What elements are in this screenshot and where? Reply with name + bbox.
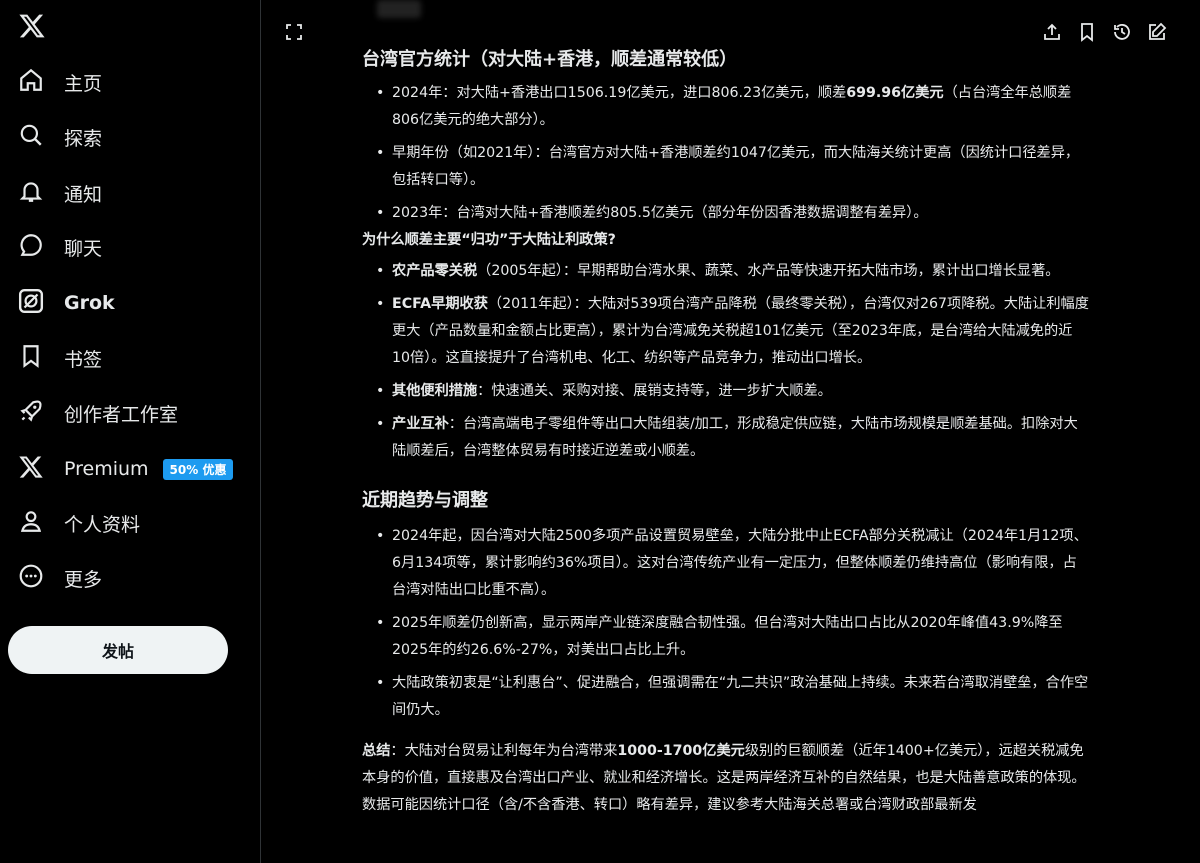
sidebar-item-grok[interactable]: Grok: [8, 281, 248, 325]
list-item: ECFA早期收获（2011年起）：大陆对539项台湾产品降税（最终零关税），台湾…: [362, 291, 1090, 372]
discount-badge: 50% 优惠: [162, 458, 234, 480]
sidebar-item-label: 通知: [64, 183, 103, 206]
rocket-icon: [18, 398, 44, 428]
history-icon[interactable]: [1112, 22, 1132, 42]
trend-list: 2024年起，因台湾对大陆2500多项产品设置贸易壁垒，大陆分批中止ECFA部分…: [362, 523, 1090, 724]
sidebar-item-label: 更多: [64, 568, 103, 591]
bookmark-icon: [18, 343, 44, 373]
sidebar-item-home[interactable]: 主页: [8, 60, 248, 104]
grok-conversation: 台湾官方统计（对大陆+香港，顺差通常较低） 2024年：对大陆+香港出口1506…: [262, 0, 1200, 863]
sidebar-item-label: Premium: [64, 458, 149, 480]
chat-icon: [18, 232, 44, 262]
bell-icon: [18, 178, 44, 208]
list-item: 2024年：对大陆+香港出口1506.19亿美元，进口806.23亿美元，顺差6…: [362, 80, 1090, 134]
sidebar: 主页 探索 通知 聊天 Grok 书签 创作者工作室 Premium 50% 优…: [0, 0, 261, 863]
sidebar-item-label: Grok: [64, 292, 115, 314]
section-title: 台湾官方统计（对大陆+香港，顺差通常较低）: [362, 49, 738, 70]
grok-response: 台湾官方统计（对大陆+香港，顺差通常较低） 2024年：对大陆+香港出口1506…: [362, 46, 1090, 819]
x-logo-icon[interactable]: [18, 12, 46, 40]
list-item: 2025年顺差仍创新高，显示两岸产业链深度融合韧性强。但台湾对大陆出口占比从20…: [362, 610, 1090, 664]
sidebar-item-bookmarks[interactable]: 书签: [8, 336, 248, 380]
list-item: 其他便利措施：快速通关、采购对接、展销支持等，进一步扩大顺差。: [362, 378, 1090, 405]
blurred-text-fragment: [377, 0, 421, 18]
list-item: 产业互补：台湾高端电子零组件等出口大陆组装/加工，形成稳定供应链，大陆市场规模是…: [362, 411, 1090, 465]
new-chat-icon[interactable]: [1147, 22, 1167, 42]
policy-list: 农产品零关税（2005年起）：早期帮助台湾水果、蔬菜、水产品等快速开拓大陆市场，…: [362, 258, 1090, 465]
expand-icon[interactable]: [284, 22, 304, 42]
post-button[interactable]: 发帖: [8, 626, 228, 674]
list-item: 早期年份（如2021年）：台湾官方对大陆+香港顺差约1047亿美元，而大陆海关统…: [362, 140, 1090, 194]
grok-icon: [18, 288, 44, 318]
more-icon: [18, 563, 44, 593]
stat-list: 2024年：对大陆+香港出口1506.19亿美元，进口806.23亿美元，顺差6…: [362, 80, 1090, 227]
sidebar-item-explore[interactable]: 探索: [8, 115, 248, 159]
summary-paragraph: 总结：大陆对台贸易让利每年为台湾带来1000-1700亿美元级别的巨额顺差（近年…: [362, 743, 1086, 813]
sidebar-item-more[interactable]: 更多: [8, 556, 248, 600]
bookmark-icon[interactable]: [1077, 22, 1097, 42]
list-item: 2024年起，因台湾对大陆2500多项产品设置贸易壁垒，大陆分批中止ECFA部分…: [362, 523, 1090, 604]
list-item: 2023年：台湾对大陆+香港顺差约805.5亿美元（部分年份因香港数据调整有差异…: [362, 200, 1090, 227]
list-item: 大陆政策初衷是“让利惠台”、促进融合，但强调需在“九二共识”政治基础上持续。未来…: [362, 670, 1090, 724]
person-icon: [18, 508, 44, 538]
sidebar-item-label: 书签: [64, 348, 103, 371]
sidebar-item-label: 主页: [64, 72, 103, 95]
sidebar-item-label: 个人资料: [64, 513, 141, 536]
sidebar-item-chat[interactable]: 聊天: [8, 225, 248, 269]
section-title: 近期趋势与调整: [362, 490, 488, 511]
sidebar-item-premium[interactable]: Premium 50% 优惠: [8, 447, 248, 491]
section-question: 为什么顺差主要“归功”于大陆让利政策?: [362, 232, 616, 248]
sidebar-item-creator-studio[interactable]: 创作者工作室: [8, 391, 248, 435]
share-icon[interactable]: [1042, 22, 1062, 42]
sidebar-item-notifications[interactable]: 通知: [8, 171, 248, 215]
list-item: 农产品零关税（2005年起）：早期帮助台湾水果、蔬菜、水产品等快速开拓大陆市场，…: [362, 258, 1090, 285]
x-premium-icon: [18, 454, 44, 484]
home-icon: [18, 67, 44, 97]
sidebar-item-profile[interactable]: 个人资料: [8, 501, 248, 545]
sidebar-item-label: 聊天: [64, 237, 103, 260]
sidebar-item-label: 探索: [64, 127, 103, 150]
search-icon: [18, 122, 44, 152]
sidebar-item-label: 创作者工作室: [64, 403, 179, 426]
